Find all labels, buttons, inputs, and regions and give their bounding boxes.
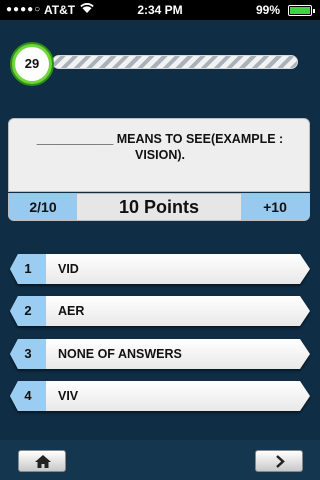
answer-number: 4: [10, 381, 46, 411]
answer-label: VID: [58, 262, 79, 276]
answer-number: 2: [10, 296, 46, 326]
answer-option-3[interactable]: 3 NONE OF ANSWERS: [10, 339, 310, 369]
time-progress-bar: [52, 55, 298, 69]
home-icon: [34, 454, 52, 469]
timer-seconds: 29: [15, 47, 49, 81]
answer-option-1[interactable]: 1 VID: [10, 254, 310, 284]
status-bar: ●●●●○ AT&T 2:34 PM 99%: [0, 0, 320, 20]
score-bar: 2/10 10 Points +10: [8, 193, 310, 221]
chevron-right-icon: [274, 454, 286, 469]
question-text: ___________ MEANS TO SEE(EXAMPLE : VISIO…: [36, 132, 284, 162]
bottom-toolbar: [0, 440, 320, 480]
answer-number: 1: [10, 254, 46, 284]
answer-label: NONE OF ANSWERS: [58, 347, 182, 361]
answer-number: 3: [10, 339, 46, 369]
question-card: ___________ MEANS TO SEE(EXAMPLE : VISIO…: [8, 118, 310, 192]
answer-label: AER: [58, 304, 85, 318]
answer-option-4[interactable]: 4 VIV: [10, 381, 310, 411]
home-button[interactable]: [18, 450, 66, 472]
battery-icon: [288, 5, 315, 16]
battery-percent: 99%: [255, 3, 280, 17]
next-button[interactable]: [255, 450, 303, 472]
points-bonus: +10: [241, 194, 309, 220]
answer-label: VIV: [58, 389, 79, 403]
question-counter: 2/10: [9, 194, 77, 220]
answer-option-2[interactable]: 2 AER: [10, 296, 310, 326]
countdown-timer: 29: [10, 42, 64, 86]
points-total: 10 Points: [118, 197, 200, 217]
